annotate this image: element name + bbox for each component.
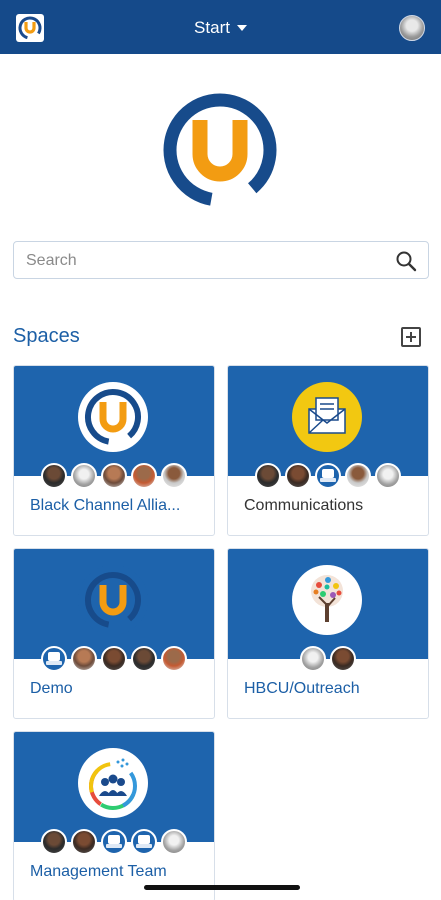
add-space-icon[interactable] bbox=[401, 327, 421, 347]
home-indicator[interactable] bbox=[144, 885, 300, 890]
space-card[interactable]: Communications bbox=[227, 365, 429, 536]
member-avatars bbox=[14, 646, 214, 672]
search-input[interactable] bbox=[26, 250, 386, 272]
member-avatar bbox=[330, 646, 356, 672]
member-avatar bbox=[131, 829, 157, 855]
search-icon[interactable] bbox=[395, 250, 417, 272]
space-name: Black Channel Allia... bbox=[30, 497, 181, 514]
u-logo-icon bbox=[78, 565, 148, 635]
member-avatars bbox=[228, 463, 428, 489]
space-name: Demo bbox=[30, 680, 73, 697]
caret-down-icon bbox=[236, 24, 247, 31]
space-card[interactable]: Management Team bbox=[13, 731, 215, 900]
member-avatar bbox=[161, 829, 187, 855]
space-name: HBCU/Outreach bbox=[244, 680, 360, 697]
space-name: Communications bbox=[244, 497, 364, 514]
member-avatar bbox=[131, 646, 157, 672]
u-logo-icon bbox=[78, 382, 148, 452]
space-card[interactable]: HBCU/Outreach bbox=[227, 548, 429, 719]
member-avatar bbox=[300, 646, 326, 672]
member-avatar bbox=[101, 829, 127, 855]
member-avatar bbox=[71, 829, 97, 855]
member-avatar bbox=[71, 463, 97, 489]
member-avatars bbox=[14, 829, 214, 855]
profile-avatar[interactable] bbox=[399, 15, 425, 41]
top-bar: Start bbox=[0, 0, 441, 54]
tree-icon bbox=[292, 565, 362, 635]
spaces-heading: Spaces bbox=[13, 325, 80, 347]
member-avatar bbox=[161, 646, 187, 672]
member-avatar bbox=[255, 463, 281, 489]
member-avatar bbox=[375, 463, 401, 489]
space-card[interactable]: Black Channel Allia... bbox=[13, 365, 215, 536]
search-bar bbox=[13, 241, 429, 279]
member-avatar bbox=[71, 646, 97, 672]
member-avatar bbox=[41, 646, 67, 672]
member-avatar bbox=[101, 463, 127, 489]
space-name: Management Team bbox=[30, 863, 167, 880]
member-avatar bbox=[41, 463, 67, 489]
member-avatar bbox=[161, 463, 187, 489]
member-avatar bbox=[41, 829, 67, 855]
member-avatar bbox=[101, 646, 127, 672]
space-card[interactable]: Demo bbox=[13, 548, 215, 719]
member-avatars bbox=[14, 463, 214, 489]
member-avatars bbox=[228, 646, 428, 672]
start-menu-dropdown[interactable]: Start bbox=[0, 17, 441, 38]
member-avatar bbox=[315, 463, 341, 489]
start-menu-label: Start bbox=[194, 17, 230, 37]
envelope-icon bbox=[292, 382, 362, 452]
member-avatar bbox=[131, 463, 157, 489]
brand-logo bbox=[154, 84, 286, 216]
member-avatar bbox=[285, 463, 311, 489]
member-avatar bbox=[345, 463, 371, 489]
team-icon bbox=[78, 748, 148, 818]
